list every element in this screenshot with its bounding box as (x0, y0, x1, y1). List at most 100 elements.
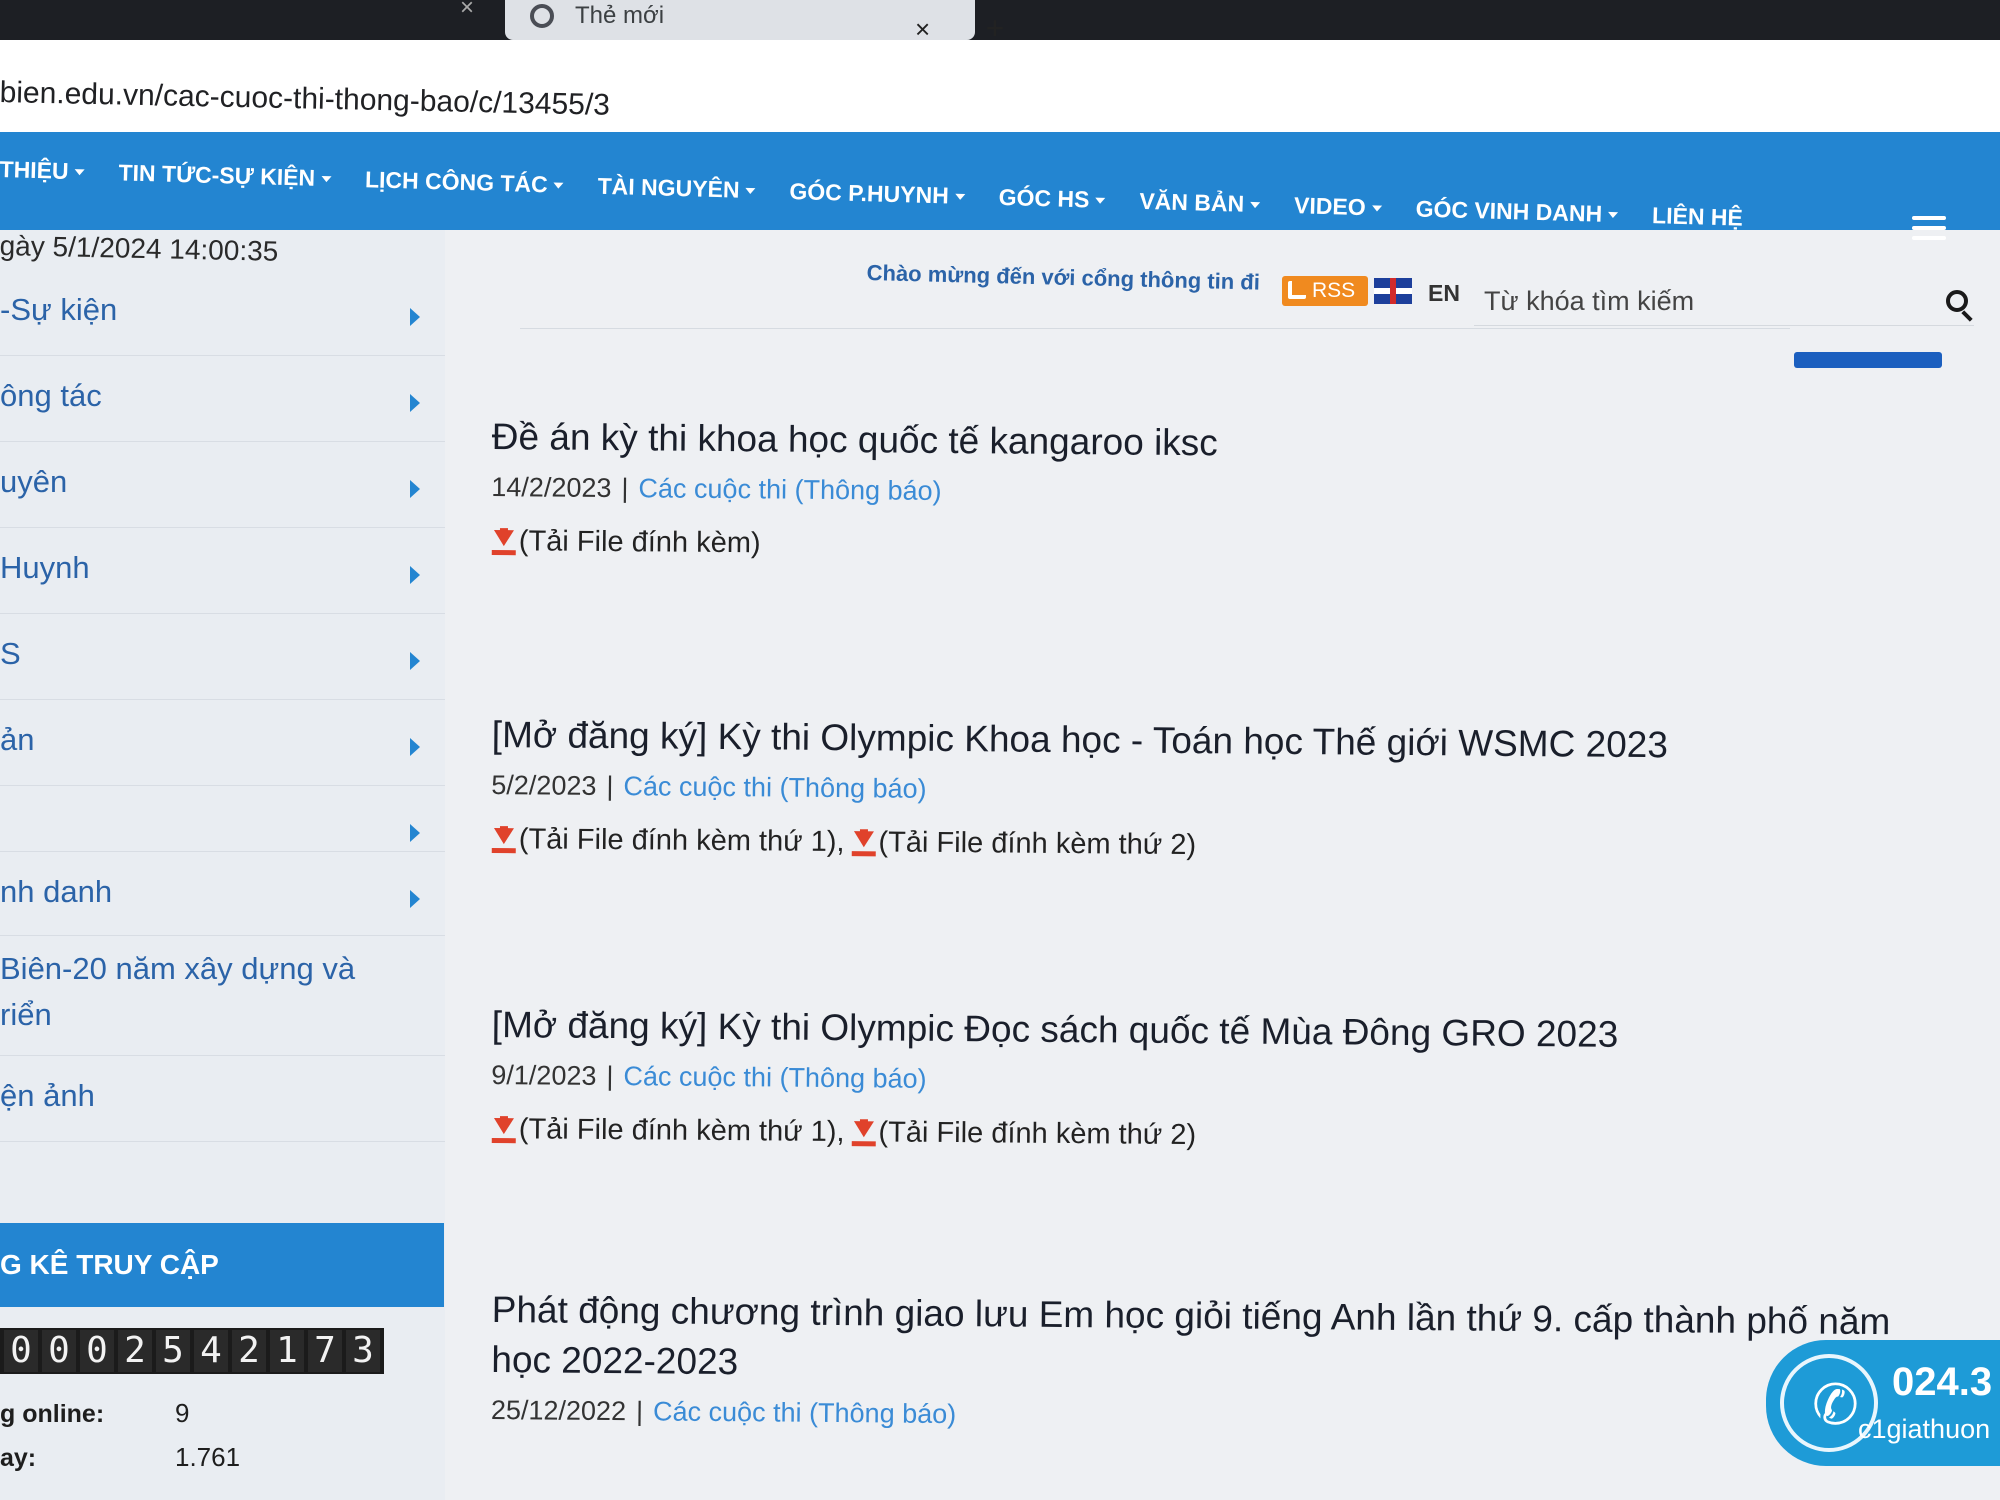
nav-item-8[interactable]: GÓC VINH DANH (1415, 196, 1619, 229)
nav-item-5[interactable]: GÓC HS (998, 183, 1106, 214)
attachment-link[interactable]: (Tải File đính kèm thứ 2) (850, 826, 1196, 862)
contact-name: c1giathuon (1858, 1414, 1991, 1444)
caret-down-icon (1095, 197, 1106, 204)
sidebar-item-6[interactable] (0, 786, 445, 852)
nav-item-4[interactable]: GÓC P.HUYNH (789, 178, 965, 210)
nav-item-label: THIỆU (0, 156, 69, 184)
attachment-label: (Tải File đính kèm thứ 1) (518, 823, 837, 859)
sidebar-item-8[interactable]: Biên-20 năm xây dựng và riển (0, 936, 445, 1056)
nav-item-label: VĂN BẢN (1139, 187, 1245, 217)
hamburger-menu-icon[interactable] (1912, 216, 1946, 244)
search-box (1474, 276, 1974, 326)
sidebar-item-2[interactable]: uyên (0, 442, 445, 528)
sidebar-item-7[interactable]: nh danh (0, 852, 445, 936)
article-title[interactable]: [Mở đăng ký] Kỳ thi Olympic Đọc sách quố… (492, 1000, 1932, 1063)
sidebar-item-3[interactable]: Huynh (0, 528, 445, 614)
nav-item-2[interactable]: LỊCH CÔNG TÁC (365, 166, 564, 199)
article-item: [Mở đăng ký] Kỳ thi Olympic Khoa học - T… (491, 710, 1932, 869)
nav-item-7[interactable]: VIDEO (1294, 192, 1382, 221)
previous-tab-close-icon[interactable]: × (460, 0, 474, 22)
article-category-link[interactable]: Các cuộc thi (Thông báo) (653, 1396, 956, 1429)
article-date: 9/1/2023 (491, 1059, 597, 1091)
online-label: g online: (0, 1400, 105, 1428)
caret-down-icon (553, 181, 564, 189)
chevron-right-icon (410, 308, 420, 326)
rss-label: RSS (1312, 279, 1356, 302)
caret-down-icon (1608, 211, 1619, 218)
address-bar[interactable]: bien.edu.vn/cac-cuoc-thi-thong-bao/c/134… (0, 40, 2000, 132)
search-input[interactable] (1484, 284, 1904, 318)
nav-item-0[interactable]: THIỆU (0, 156, 85, 185)
tab-title: Thẻ mới (575, 2, 665, 29)
uk-flag-icon[interactable] (1374, 278, 1412, 304)
caret-down-icon (321, 175, 332, 182)
main-nav: THIỆU TIN TỨC-SỰ KIỆN LỊCH CÔNG TÁC TÀI NGU… (0, 132, 2000, 240)
article-date: 25/12/2022 (490, 1394, 627, 1427)
sidebar-item-0[interactable]: -Sự kiện (0, 270, 445, 356)
sidebar-item-4[interactable]: S (0, 614, 445, 700)
article-date: 5/2/2023 (491, 769, 597, 801)
attachment-link[interactable]: (Tải File đính kèm) (491, 525, 761, 560)
sidebar-item-label: ện ảnh (0, 1078, 95, 1113)
contact-widget[interactable]: ✆ 024.3 c1giathuon (1766, 1340, 2000, 1466)
counter-digit: 4 (194, 1330, 228, 1372)
attachment-link[interactable]: (Tải File đính kèm thứ 1) (491, 823, 837, 859)
download-icon (850, 828, 876, 857)
nav-item-label: GÓC HS (998, 183, 1090, 213)
meta-separator: | (606, 1061, 614, 1092)
welcome-marquee: Chào mừng đến với cổng thông tin đi (866, 260, 1261, 295)
phone-icon: ✆ (1812, 1373, 1859, 1436)
sidebar-menu: -Sự kiện ông tác uyên Huynh Sản nh danh Biên-2… (0, 270, 445, 1142)
download-icon (491, 825, 517, 853)
attachments: (Tải File đính kèm thứ 1), (Tải File đính… (491, 1113, 1931, 1159)
attachment-label: (Tải File đính kèm thứ 2) (878, 826, 1197, 862)
chevron-right-icon (410, 652, 420, 670)
stats-header: G KÊ TRUY CẬP (0, 1223, 444, 1307)
attachments: (Tải File đính kèm) (491, 525, 1931, 571)
search-icon[interactable] (1946, 290, 1968, 312)
attachment-label: (Tải File đính kèm thứ 1) (518, 1113, 837, 1149)
nav-item-3[interactable]: TÀI NGUYÊN (597, 173, 756, 204)
counter-digit: 7 (308, 1330, 342, 1372)
nav-item-label: LIÊN HỆ (1651, 202, 1744, 231)
browser-tab-new[interactable]: Thẻ mới × (505, 0, 975, 44)
caret-down-icon (745, 187, 756, 194)
article-date: 14/2/2023 (491, 471, 612, 504)
attachment-link[interactable]: (Tải File đính kèm thứ 2) (850, 1116, 1196, 1152)
counter-digit: 0 (4, 1330, 38, 1372)
online-value: 9 (175, 1398, 190, 1428)
article-category-link[interactable]: Các cuộc thi (Thông báo) (623, 771, 926, 804)
caret-down-icon (74, 168, 85, 175)
accent-bar (1794, 352, 1942, 368)
caret-down-icon (954, 193, 965, 200)
sidebar-item-label: -Sự kiện (0, 292, 118, 327)
article-title[interactable]: Đề án kỳ thi khoa học quốc tế kangaroo i… (492, 412, 1932, 475)
download-icon (491, 527, 517, 555)
url-text[interactable]: bien.edu.vn/cac-cuoc-thi-thong-bao/c/134… (0, 76, 610, 123)
nav-item-9[interactable]: LIÊN HỆ (1652, 202, 1743, 232)
article-category-link[interactable]: Các cuộc thi (Thông báo) (623, 1061, 926, 1094)
attachment-link[interactable]: (Tải File đính kèm thứ 1) (491, 1113, 837, 1149)
article-title[interactable]: [Mở đăng ký] Kỳ thi Olympic Khoa học - T… (492, 710, 1932, 773)
rss-icon (1288, 281, 1306, 299)
rss-button[interactable]: RSS (1282, 276, 1368, 306)
counter-digit: 3 (346, 1330, 380, 1372)
language-en[interactable]: EN (1428, 280, 1460, 307)
chevron-right-icon (410, 480, 420, 498)
counter-digit: 2 (232, 1330, 266, 1372)
article-title[interactable]: Phát động chương trình giao lưu Em học g… (491, 1285, 1932, 1398)
attachment-label: (Tải File đính kèm thứ 2) (878, 1116, 1197, 1152)
article-item: Đề án kỳ thi khoa học quốc tế kangaroo i… (491, 412, 1932, 571)
sidebar-item-5[interactable]: ản (0, 700, 445, 786)
article-meta: 14/2/2023 | Các cuộc thi (Thông báo) (491, 472, 1931, 516)
article-category-link[interactable]: Các cuộc thi (Thông báo) (638, 473, 941, 506)
attachment-label: (Tải File đính kèm) (518, 525, 761, 560)
nav-item-label: LỊCH CÔNG TÁC (364, 166, 549, 198)
attachments: (Tải File đính kèm thứ 1), (Tải File đính… (491, 823, 1931, 869)
nav-item-6[interactable]: VĂN BẢN (1139, 187, 1261, 218)
sidebar-item-label: Biên-20 năm xây dựng và riển (0, 951, 356, 1032)
meta-separator: | (606, 771, 614, 802)
sidebar-item-9[interactable]: ện ảnh (0, 1056, 445, 1142)
nav-item-1[interactable]: TIN TỨC-SỰ KIỆN (118, 159, 332, 192)
sidebar-item-1[interactable]: ông tác (0, 356, 445, 442)
